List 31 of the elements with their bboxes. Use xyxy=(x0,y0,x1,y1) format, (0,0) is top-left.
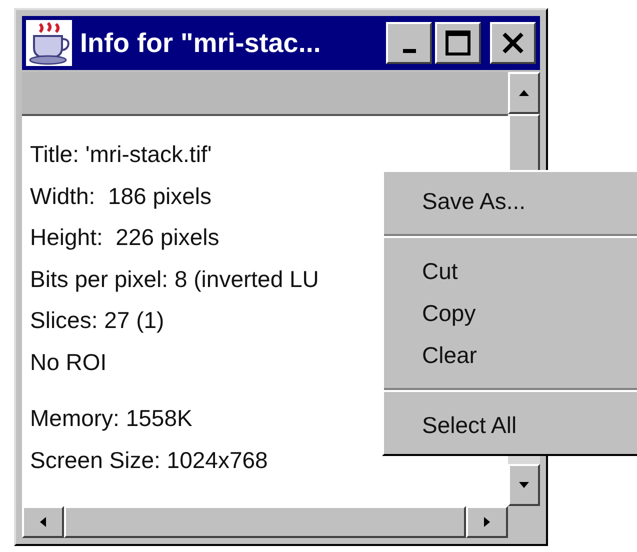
up-arrow-icon xyxy=(518,89,530,97)
close-icon xyxy=(501,31,525,55)
window-title: Info for "mri-stac... xyxy=(80,28,322,58)
horizontal-scrollbar[interactable] xyxy=(22,506,508,538)
coffee-cup-icon xyxy=(26,20,72,66)
info-line: Title: 'mri-stack.tif' xyxy=(30,141,212,167)
info-line: Width: 186 pixels xyxy=(30,182,212,208)
menu-item[interactable]: Save As... xyxy=(384,180,637,222)
info-line: Memory: 1558K xyxy=(30,405,192,431)
menu-item[interactable]: Copy xyxy=(384,292,637,334)
scroll-right-button[interactable] xyxy=(466,506,508,538)
info-line: Slices: 27 (1) xyxy=(30,307,164,333)
info-line: Height: 226 pixels xyxy=(30,224,220,250)
menu-item[interactable]: Cut xyxy=(384,250,637,292)
maximize-icon xyxy=(445,30,471,56)
scroll-down-button[interactable] xyxy=(508,464,540,506)
close-button[interactable] xyxy=(490,22,536,64)
info-line: No ROI xyxy=(30,348,107,374)
info-line: Screen Size: 1024x768 xyxy=(30,446,268,472)
scroll-thumb[interactable] xyxy=(64,506,466,538)
maximize-button[interactable] xyxy=(435,22,481,64)
menu-item[interactable]: Select All xyxy=(384,404,637,446)
down-arrow-icon xyxy=(518,481,530,489)
scroll-up-button[interactable] xyxy=(508,72,540,114)
menu-item[interactable]: Clear xyxy=(384,334,637,376)
minimize-icon xyxy=(402,49,416,53)
minimize-button[interactable] xyxy=(386,22,432,64)
scroll-left-button[interactable] xyxy=(22,506,64,538)
info-line: Bits per pixel: 8 (inverted LU xyxy=(30,266,319,292)
left-arrow-icon xyxy=(39,516,47,528)
right-arrow-icon xyxy=(483,516,491,528)
